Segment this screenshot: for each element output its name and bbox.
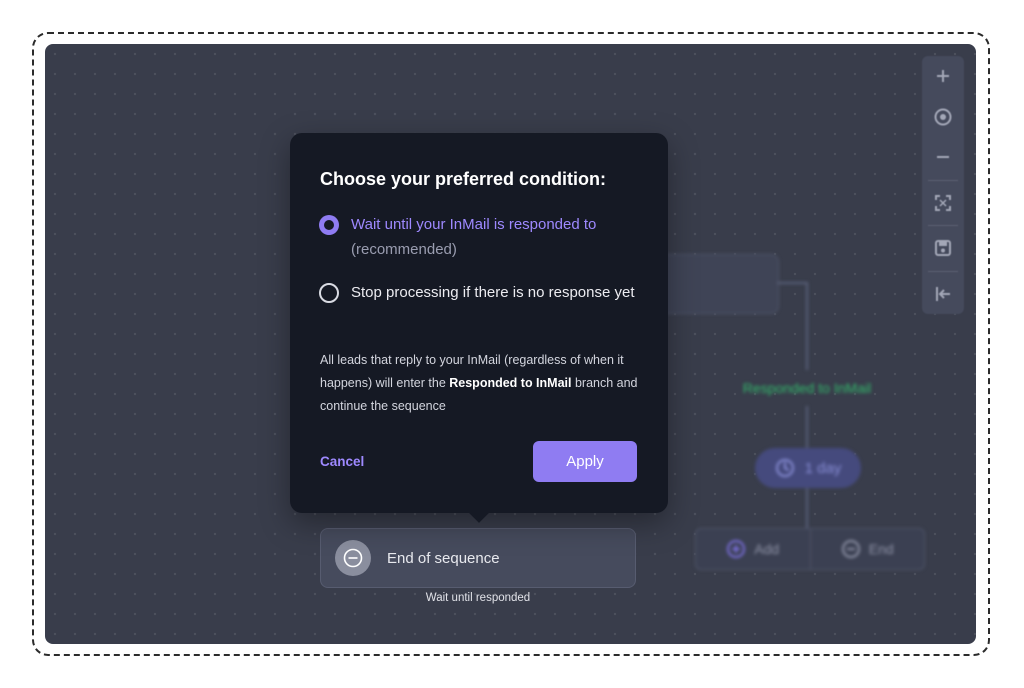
option-sublabel: (recommended) [351,241,457,258]
minus-circle-icon [343,548,363,568]
save-icon [935,240,951,257]
toolbar-divider [928,179,958,181]
condition-popover: Choose your preferred condition: Wait un… [290,133,668,513]
apply-button[interactable]: Apply [533,441,637,482]
add-end-button-group: Add End [695,528,925,570]
clock-icon [775,459,794,477]
add-label: Add [754,541,780,557]
connector-line [777,282,807,284]
option-label: Stop processing if there is no response … [351,284,635,301]
toolbar-divider [928,270,958,272]
radio-unselected[interactable] [319,283,339,303]
save-button[interactable] [922,228,964,269]
end-node-caption: Wait until responded [425,592,531,604]
plus-icon [937,70,949,83]
cancel-button[interactable]: Cancel [320,454,364,469]
end-node-icon-wrap [335,540,371,576]
popover-description: All leads that reply to your InMail (reg… [320,349,650,418]
fit-screen-icon [935,194,951,211]
option-wait-until-responded[interactable]: Wait until your InMail is responded to (… [319,215,641,262]
minus-icon [937,156,949,159]
minus-circle-icon [841,540,860,558]
branch-label: Responded to InMail [742,380,872,396]
exit-icon [936,286,950,301]
exit-button[interactable] [922,273,964,314]
end-step-button[interactable]: End [809,529,925,569]
target-icon [934,108,952,126]
delay-pill[interactable]: 1 day [755,448,861,488]
zoom-out-button[interactable] [922,137,964,178]
delay-label: 1 day [804,459,842,477]
connector-line [806,406,808,448]
radio-selected[interactable] [319,215,339,235]
plus-circle-icon [727,540,746,558]
add-step-button[interactable]: Add [696,529,810,569]
connector-line [806,282,808,370]
connector-line [806,488,808,528]
description-bold: Responded to InMail [449,376,572,390]
toolbar-divider [928,225,958,226]
end-label: End [868,541,894,557]
canvas-toolbar [922,56,964,314]
center-button[interactable] [922,97,964,138]
end-of-sequence-node[interactable]: End of sequence [320,528,636,588]
option-stop-processing[interactable]: Stop processing if there is no response … [319,283,641,305]
zoom-in-button[interactable] [922,56,964,97]
option-label: Wait until your InMail is responded to [351,216,597,233]
workflow-canvas[interactable]: Responded to InMail 1 day Add End End of… [45,44,976,644]
fit-screen-button[interactable] [922,183,964,224]
end-node-label: End of sequence [387,549,500,567]
popover-title: Choose your preferred condition: [320,169,607,189]
